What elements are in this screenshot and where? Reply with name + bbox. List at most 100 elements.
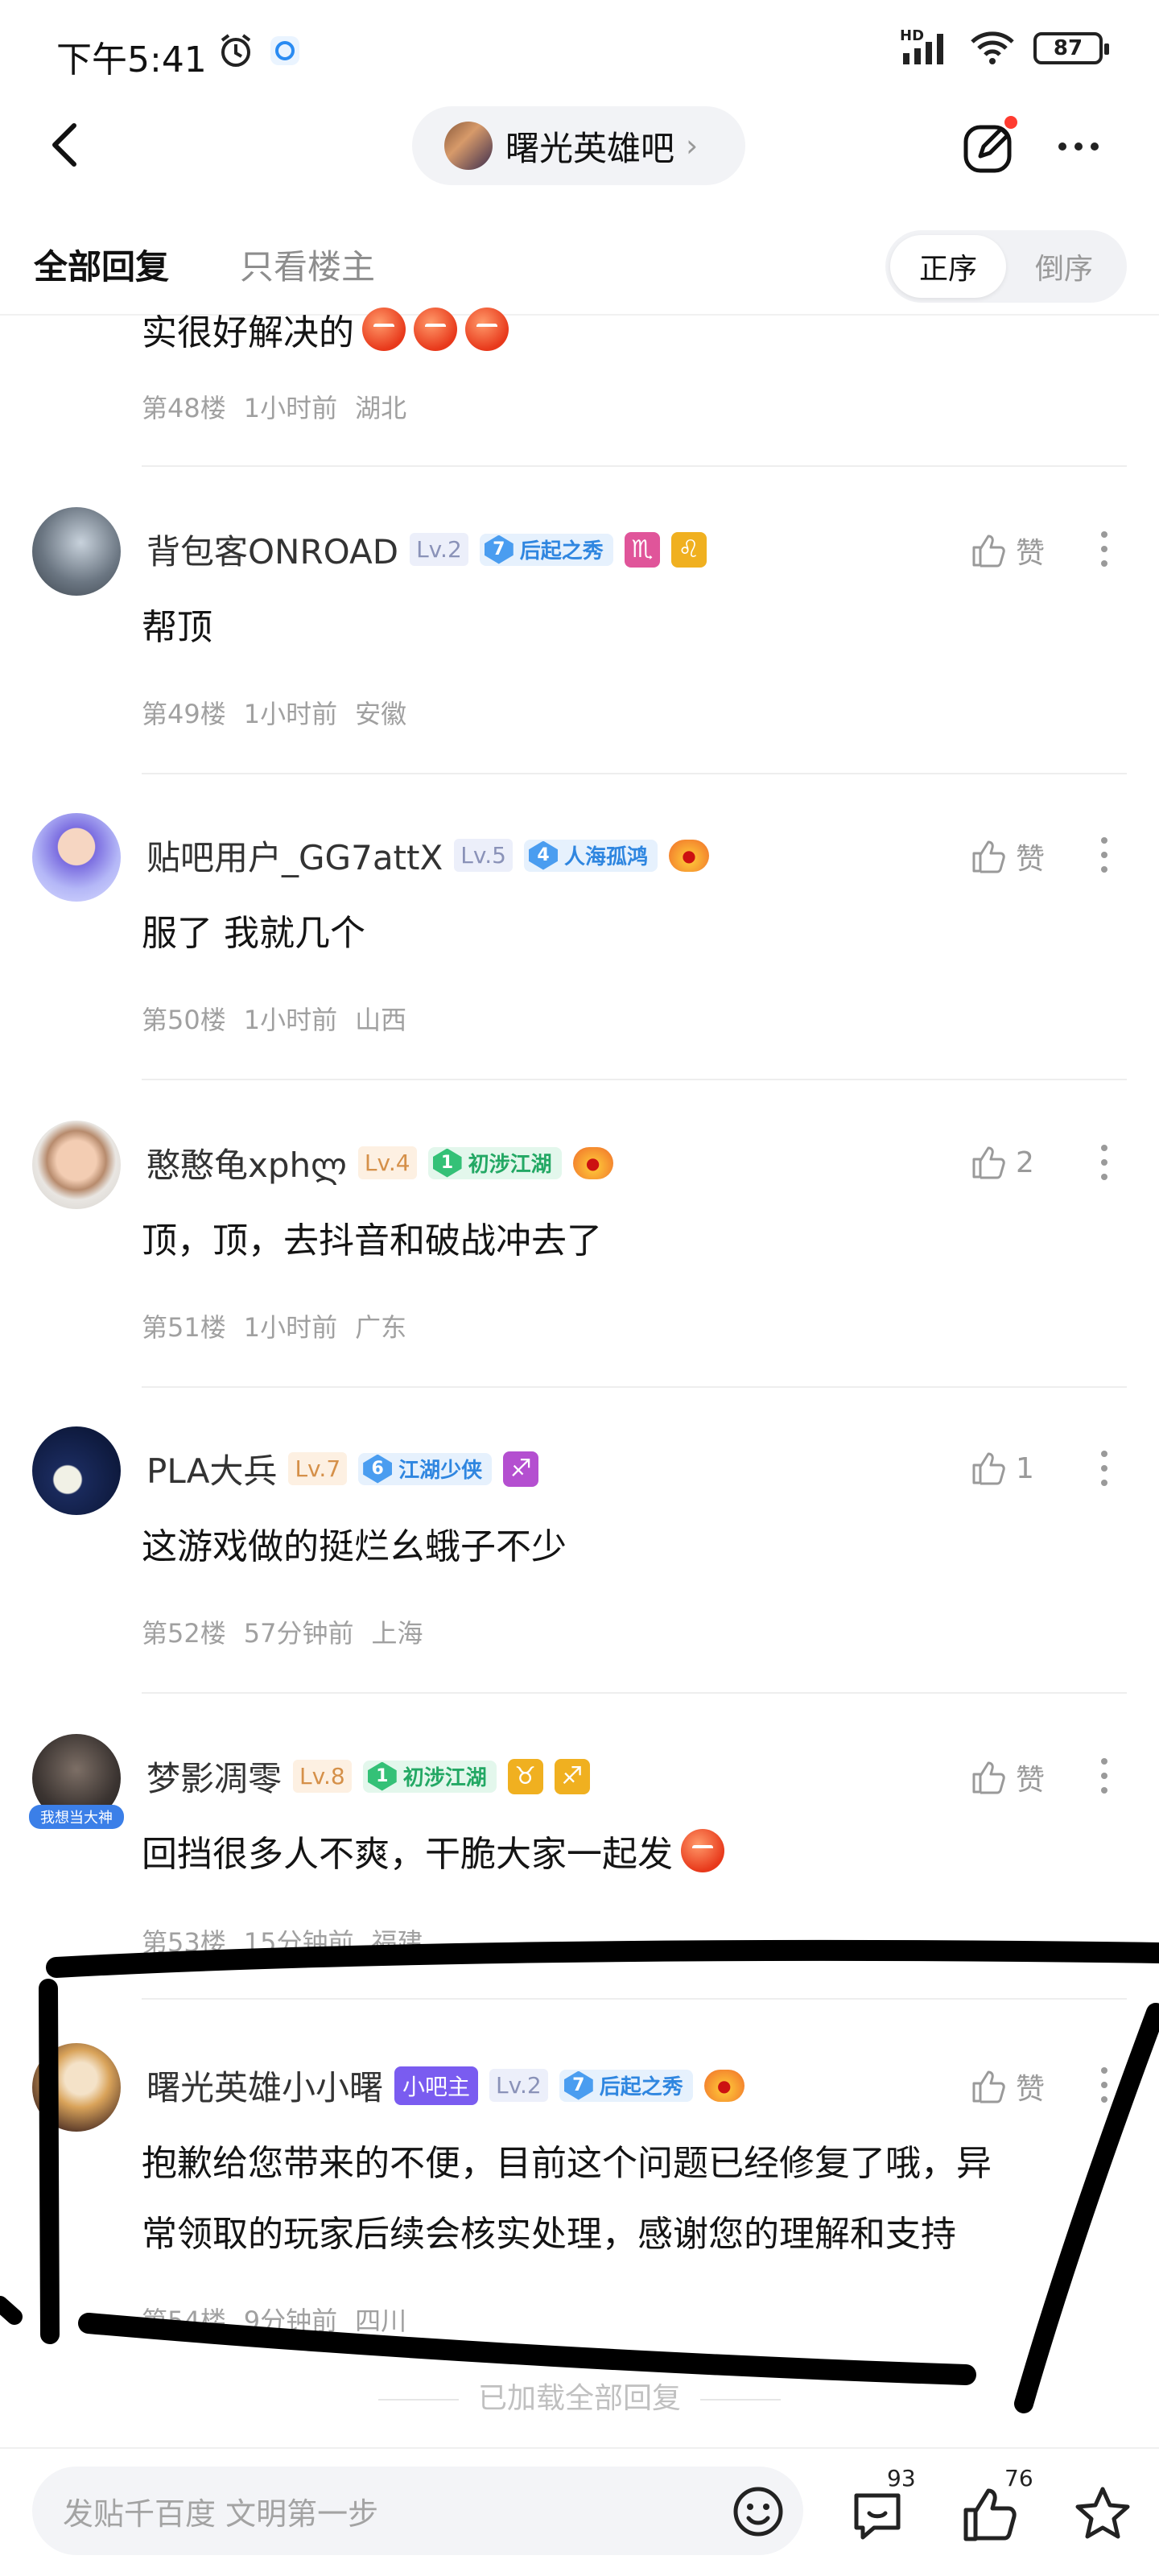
wifi-icon (971, 31, 1014, 64)
honor-gem-icon: 7 (563, 2070, 593, 2100)
username[interactable]: 梦影凋零 (146, 1752, 282, 1801)
post-location: 山西 (355, 1005, 407, 1035)
post-time: 1小时前 (243, 393, 338, 423)
level-badge: Lv.8 (293, 1760, 352, 1793)
comment-count: 93 (887, 2465, 916, 2491)
sort-ascending-option[interactable]: 正序 (890, 235, 1006, 298)
avatar[interactable] (32, 2043, 121, 2132)
post-divider (142, 1079, 1127, 1080)
post-more-icon[interactable] (1099, 2067, 1109, 2103)
thumbs-up-icon (972, 1761, 1005, 1794)
like-label: 赞 (1016, 1764, 1046, 1797)
avatar[interactable] (32, 1426, 121, 1515)
post-user-row: 曙光英雄小小曙 小吧主 Lv.2 7 后起之秀 ● (146, 2061, 744, 2110)
honor-gem-icon: 1 (367, 1761, 397, 1791)
avatar[interactable] (32, 507, 121, 596)
post-content: 抱歉给您带来的不便，目前这个问题已经修复了哦，异 常领取的玩家后续会核实处理，感… (142, 2128, 992, 2270)
post-floor: 第52楼 (142, 1618, 226, 1649)
post-content: 实很好解决的 (142, 298, 509, 369)
post-content: 这游戏做的挺烂幺蛾子不少 (142, 1526, 567, 1567)
post-text-line: 抱歉给您带来的不便，目前这个问题已经修复了哦，异 (142, 2143, 992, 2184)
post-time: 1小时前 (243, 1312, 338, 1343)
honor-badge: 1 初涉江湖 (362, 1760, 497, 1793)
level-badge: Lv.2 (489, 2069, 548, 2102)
avatar[interactable] (32, 1121, 121, 1209)
like-button[interactable]: 赞 (969, 530, 1045, 572)
level-badge: Lv.5 (454, 839, 513, 872)
post-divider (142, 773, 1127, 774)
post-text-line: 常领取的玩家后续会核实处理，感谢您的理解和支持 (142, 2214, 956, 2255)
avatar-badge: 我想当大神 (29, 1805, 124, 1829)
post-location: 四川 (355, 2306, 407, 2336)
honor-title: 后起之秀 (519, 539, 604, 564)
post-divider (142, 1386, 1127, 1388)
username[interactable]: 曙光英雄小小曙 (146, 2061, 383, 2110)
forum-link-pill[interactable]: 曙光英雄吧 › (412, 106, 745, 185)
more-options-icon[interactable] (1046, 114, 1111, 179)
leo-icon: ♌ (670, 531, 707, 568)
post-content: 顶，顶，去抖音和破战冲去了 (142, 1220, 602, 1261)
username[interactable]: 背包客ONROAD (146, 525, 398, 574)
like-button[interactable]: 2 (969, 1143, 1034, 1182)
thumbs-up-icon[interactable] (958, 2483, 1022, 2547)
avatar[interactable] (32, 813, 121, 902)
status-time: 下午5:41 (56, 39, 207, 80)
forum-avatar (444, 122, 493, 170)
post-meta: 第51楼 1小时前 广东 (142, 1307, 406, 1344)
loaded-all-text: 已加载全部回复 (477, 2382, 681, 2415)
reply-placeholder: 发贴千百度 文明第一步 (63, 2496, 379, 2532)
angry-emoji-icon (681, 1829, 724, 1872)
emoji-smile-icon[interactable] (731, 2484, 786, 2539)
moderator-badge: 小吧主 (394, 2066, 479, 2105)
username[interactable]: 贴吧用户_GG7attX (146, 831, 443, 880)
sort-order-toggle: 正序 倒序 (885, 230, 1127, 303)
post-content: 帮顶 (142, 607, 212, 648)
honor-gem-icon: 7 (484, 535, 514, 564)
post-more-icon[interactable] (1099, 1758, 1109, 1794)
tab-all-replies[interactable]: 全部回复 (34, 240, 169, 289)
taurus-icon: ♉ (507, 1758, 543, 1794)
honor-title: 人海孤鸿 (563, 845, 648, 869)
edit-post-icon[interactable] (958, 114, 1022, 179)
post-more-icon[interactable] (1099, 1145, 1109, 1180)
like-count: 76 (1004, 2465, 1033, 2491)
battery-icon: 87 (1033, 32, 1109, 64)
like-label: 赞 (1016, 2073, 1046, 2106)
post-more-icon[interactable] (1099, 531, 1109, 567)
thumbs-up-icon (972, 1146, 1005, 1179)
angry-emoji-icon (465, 308, 509, 351)
username[interactable]: 憨憨龟xphლ (146, 1138, 347, 1187)
reply-input[interactable]: 发贴千百度 文明第一步 (32, 2467, 803, 2555)
sort-descending-option[interactable]: 倒序 (1006, 235, 1122, 298)
post-content: 回挡很多人不爽，干脆大家一起发 (142, 1819, 724, 1890)
alarm-icon (221, 34, 251, 67)
game-controller-badge-icon: ● (669, 839, 709, 872)
chevron-right-icon: › (686, 128, 699, 163)
like-button[interactable]: 赞 (969, 836, 1045, 877)
post-location: 湖北 (355, 393, 407, 423)
status-right-icons: HD 87 (900, 27, 1109, 66)
honor-badge: 6 江湖少侠 (358, 1452, 493, 1485)
post-time: 15分钟前 (243, 1927, 354, 1958)
like-button[interactable]: 赞 (969, 2066, 1045, 2107)
post-user-row: PLA大兵 Lv.7 6 江湖少侠 ♐ (146, 1444, 539, 1493)
tab-op-only[interactable]: 只看楼主 (240, 240, 375, 289)
like-button[interactable]: 1 (969, 1449, 1034, 1488)
post-location: 福建 (371, 1927, 423, 1958)
star-favorite-icon[interactable] (1070, 2483, 1135, 2547)
comment-icon[interactable] (845, 2483, 909, 2547)
avatar[interactable]: 我想当大神 (29, 1734, 124, 1829)
top-nav-bar: 曙光英雄吧 › (0, 97, 1159, 193)
post-floor: 第48楼 (142, 393, 226, 423)
status-bar: 下午5:41 HD 87 (0, 0, 1159, 97)
honor-gem-icon: 6 (363, 1454, 393, 1484)
honor-gem-icon: 4 (528, 840, 558, 870)
like-button[interactable]: 赞 (969, 1757, 1045, 1798)
honor-gem-icon: 1 (432, 1148, 462, 1178)
back-arrow-icon[interactable] (42, 119, 90, 171)
like-label: 赞 (1016, 537, 1046, 570)
post-meta: 第48楼 1小时前 湖北 (142, 388, 406, 425)
username[interactable]: PLA大兵 (146, 1444, 277, 1493)
post-more-icon[interactable] (1099, 837, 1109, 873)
post-more-icon[interactable] (1099, 1451, 1109, 1486)
